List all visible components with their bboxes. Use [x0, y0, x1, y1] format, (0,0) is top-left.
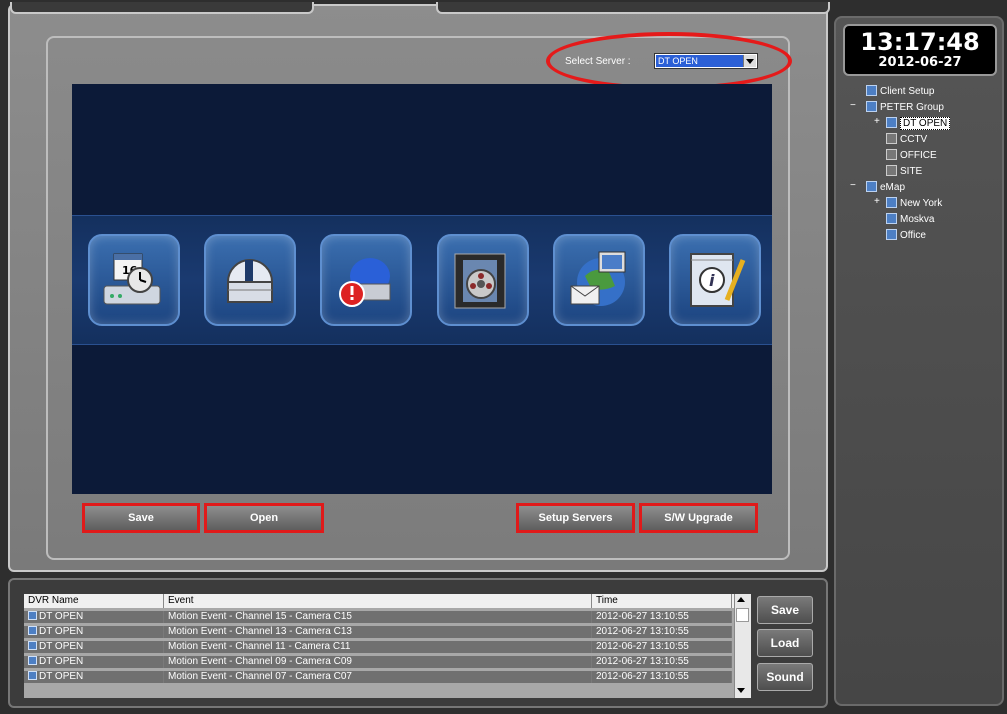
clock-time: 13:17:48 [860, 28, 980, 56]
table-row[interactable]: DT OPEN Motion Event - Channel 15 - Came… [24, 611, 732, 623]
clock-display: 13:17:48 2012-06-27 [843, 24, 997, 76]
cell-event: Motion Event - Channel 09 - Camera C09 [164, 656, 592, 668]
expand-icon[interactable]: + [874, 116, 880, 127]
globe-mail-button[interactable] [553, 234, 645, 326]
sw-upgrade-button[interactable]: S/W Upgrade [639, 503, 758, 533]
alarm-siren-icon [339, 258, 391, 307]
server-icon [28, 671, 37, 680]
server-icon [886, 133, 897, 144]
tree-item-office-map[interactable]: Office [886, 228, 926, 243]
alarm-siren-button[interactable] [320, 234, 412, 326]
svg-text:i: i [709, 271, 715, 290]
scroll-down-icon[interactable] [737, 688, 745, 693]
tree-item-label: DT OPEN [900, 117, 951, 130]
client-setup-icon [866, 85, 877, 96]
tree-item-label: New York [900, 198, 943, 209]
tree-item-site[interactable]: SITE [886, 164, 922, 179]
cell-dvr: DT OPEN [24, 611, 164, 623]
tree-item-client-setup[interactable]: Client Setup [866, 84, 934, 99]
tree-item-moskva[interactable]: Moskva [886, 212, 934, 227]
log-header: DVR Name Event Time [24, 594, 750, 608]
observatory-button[interactable] [204, 234, 296, 326]
cell-dvr-text: DT OPEN [39, 611, 84, 622]
log-load-button[interactable]: Load [757, 629, 813, 657]
cell-dvr-text: DT OPEN [39, 641, 84, 652]
cell-event: Motion Event - Channel 13 - Camera C13 [164, 626, 592, 638]
column-header-time[interactable]: Time [592, 594, 732, 608]
tree-item-peter-group[interactable]: PETER Group [866, 100, 944, 115]
tree-item-label: SITE [900, 166, 923, 177]
cell-dvr: DT OPEN [24, 671, 164, 683]
tree-item-label: Office [900, 230, 926, 241]
column-header-event[interactable]: Event [164, 594, 592, 608]
tree-item-emap[interactable]: eMap [866, 180, 905, 195]
server-icon [886, 149, 897, 160]
observatory-icon [226, 259, 274, 303]
save-button[interactable]: Save [82, 503, 200, 533]
film-reel-icon [454, 253, 506, 309]
cell-event: Motion Event - Channel 07 - Camera C07 [164, 671, 592, 683]
open-button[interactable]: Open [204, 503, 324, 533]
server-icon [28, 656, 37, 665]
log-save-button[interactable]: Save [757, 596, 813, 624]
clock-date: 2012-06-27 [878, 55, 962, 70]
map-location-icon [886, 229, 897, 240]
cell-dvr: DT OPEN [24, 626, 164, 638]
table-row[interactable]: DT OPEN Motion Event - Channel 09 - Came… [24, 656, 732, 668]
tree-item-label: OFFICE [900, 150, 937, 161]
table-row[interactable]: DT OPEN Motion Event - Channel 11 - Came… [24, 641, 732, 653]
collapse-icon[interactable]: − [850, 180, 856, 191]
server-icon [28, 611, 37, 620]
cell-time: 2012-06-27 13:10:55 [592, 656, 732, 668]
emap-icon [866, 181, 877, 192]
cell-dvr-text: DT OPEN [39, 671, 84, 682]
tree-item-dt-open[interactable]: DT OPEN [886, 116, 951, 131]
highlight-ellipse [546, 32, 792, 90]
cell-dvr-text: DT OPEN [39, 626, 84, 637]
tree-item-new-york[interactable]: New York [886, 196, 942, 211]
server-icon [886, 165, 897, 176]
globe-mail-icon [570, 251, 626, 306]
tree-item-label: CCTV [900, 134, 928, 145]
schedule-dvr-icon: 16 [103, 253, 161, 305]
cell-dvr: DT OPEN [24, 641, 164, 653]
cell-dvr-text: DT OPEN [39, 656, 84, 667]
server-icon [28, 641, 37, 650]
scroll-up-icon[interactable] [737, 597, 745, 602]
table-row[interactable]: DT OPEN Motion Event - Channel 07 - Came… [24, 671, 732, 683]
cell-dvr: DT OPEN [24, 656, 164, 668]
tree-item-label: Moskva [900, 214, 935, 225]
cell-event: Motion Event - Channel 15 - Camera C15 [164, 611, 592, 623]
tree-item-label: PETER Group [880, 102, 944, 113]
collapse-icon[interactable]: − [850, 100, 856, 111]
scroll-thumb[interactable] [736, 608, 749, 622]
info-notebook-button[interactable]: i [669, 234, 761, 326]
tree-item-cctv[interactable]: CCTV [886, 132, 927, 147]
map-location-icon [886, 197, 897, 208]
server-icon [886, 117, 897, 128]
cell-time: 2012-06-27 13:10:55 [592, 626, 732, 638]
tree-item-label: Client Setup [880, 86, 935, 97]
group-icon [866, 101, 877, 112]
server-icon [28, 626, 37, 635]
cell-time: 2012-06-27 13:10:55 [592, 671, 732, 683]
top-tab-left[interactable] [10, 2, 314, 14]
setup-servers-button[interactable]: Setup Servers [516, 503, 635, 533]
map-location-icon [886, 213, 897, 224]
info-notebook-icon: i [690, 253, 746, 307]
column-header-dvr-name[interactable]: DVR Name [24, 594, 164, 608]
schedule-dvr-button[interactable]: 16 [88, 234, 180, 326]
cell-time: 2012-06-27 13:10:55 [592, 611, 732, 623]
log-scrollbar[interactable] [734, 594, 751, 698]
tree-item-label: eMap [880, 182, 906, 193]
cell-time: 2012-06-27 13:10:55 [592, 641, 732, 653]
top-tab-right[interactable] [436, 2, 830, 14]
event-log-table: DVR Name Event Time DT OPEN Motion Event… [24, 594, 751, 698]
expand-icon[interactable]: + [874, 196, 880, 207]
tree-item-office[interactable]: OFFICE [886, 148, 937, 163]
film-reel-button[interactable] [437, 234, 529, 326]
table-row[interactable]: DT OPEN Motion Event - Channel 13 - Came… [24, 626, 732, 638]
cell-event: Motion Event - Channel 11 - Camera C11 [164, 641, 592, 653]
log-sound-button[interactable]: Sound [757, 663, 813, 691]
